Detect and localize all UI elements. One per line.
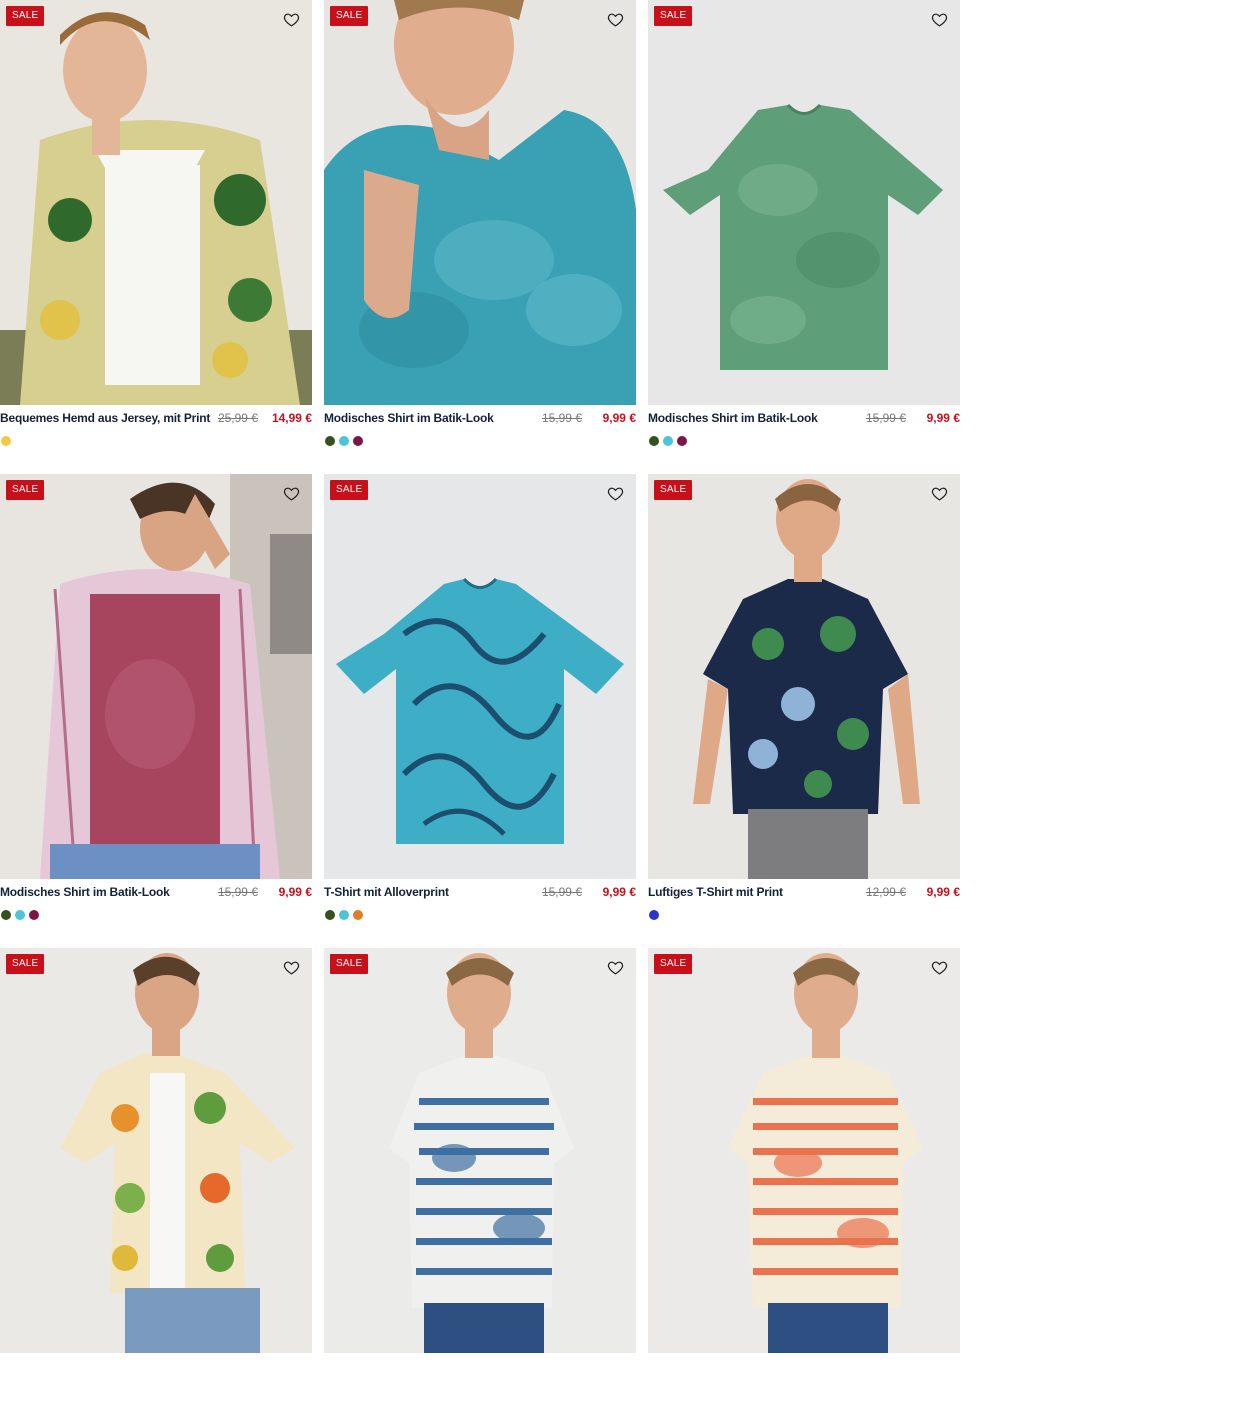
- old-price: 25,99 €: [217, 411, 258, 425]
- sale-price: 9,99 €: [926, 411, 960, 425]
- color-swatch[interactable]: [663, 436, 673, 446]
- heart-outline-icon: [283, 13, 299, 27]
- product-image[interactable]: [0, 474, 312, 879]
- product-card[interactable]: SALE Modisches Shirt im Batik-Look 15,99…: [648, 0, 960, 474]
- product-card[interactable]: SALE: [0, 948, 312, 1422]
- wishlist-button[interactable]: [280, 482, 302, 504]
- old-price: 15,99 €: [541, 885, 582, 899]
- color-swatch[interactable]: [353, 436, 363, 446]
- product-info: T-Shirt mit Alloverprint 15,99 € 9,99 €: [324, 884, 636, 904]
- old-price: 12,99 €: [865, 885, 906, 899]
- product-card[interactable]: SALE Modisches Shirt im Batik-Look 15,99…: [324, 0, 636, 474]
- wishlist-button[interactable]: [280, 956, 302, 978]
- product-photo: [0, 474, 312, 879]
- sale-badge: SALE: [330, 6, 369, 26]
- product-title[interactable]: T-Shirt mit Alloverprint: [324, 885, 449, 899]
- sale-badge: SALE: [330, 480, 369, 500]
- old-price: 15,99 €: [541, 411, 582, 425]
- product-info: Modisches Shirt im Batik-Look 15,99 € 9,…: [648, 410, 960, 430]
- sale-price: 9,99 €: [602, 885, 636, 899]
- color-swatches: [1, 910, 39, 920]
- wishlist-button[interactable]: [280, 8, 302, 30]
- wishlist-button[interactable]: [928, 956, 950, 978]
- heart-outline-icon: [931, 13, 947, 27]
- sale-badge: SALE: [330, 954, 369, 974]
- product-image[interactable]: [324, 0, 636, 405]
- product-image[interactable]: [324, 948, 636, 1353]
- color-swatch[interactable]: [353, 910, 363, 920]
- wishlist-button[interactable]: [928, 482, 950, 504]
- product-card[interactable]: SALE: [648, 948, 960, 1422]
- sale-price: 9,99 €: [926, 885, 960, 899]
- product-info: Bequemes Hemd aus Jersey, mit Print 25,9…: [0, 410, 312, 430]
- sale-badge: SALE: [654, 480, 693, 500]
- product-photo: [0, 948, 312, 1353]
- sale-badge: SALE: [654, 954, 693, 974]
- sale-badge: SALE: [6, 6, 45, 26]
- product-grid: SALE Bequemes Hemd aus Jersey, mit Print…: [0, 0, 960, 1422]
- color-swatch[interactable]: [29, 910, 39, 920]
- color-swatch[interactable]: [15, 910, 25, 920]
- sale-price: 14,99 €: [271, 411, 312, 425]
- heart-outline-icon: [607, 487, 623, 501]
- color-swatch[interactable]: [1, 910, 11, 920]
- product-photo: [648, 948, 960, 1353]
- heart-outline-icon: [607, 13, 623, 27]
- product-card[interactable]: SALE T-Shirt mit Alloverprint 15,99 € 9,…: [324, 474, 636, 948]
- wishlist-button[interactable]: [604, 8, 626, 30]
- color-swatch[interactable]: [325, 436, 335, 446]
- product-image[interactable]: [0, 0, 312, 405]
- product-info: Luftiges T-Shirt mit Print 12,99 € 9,99 …: [648, 884, 960, 904]
- product-image[interactable]: [648, 948, 960, 1353]
- sale-price: 9,99 €: [278, 885, 312, 899]
- product-title[interactable]: Modisches Shirt im Batik-Look: [648, 411, 818, 425]
- product-card[interactable]: SALE: [324, 948, 636, 1422]
- color-swatch[interactable]: [1, 436, 11, 446]
- color-swatches: [649, 910, 659, 920]
- product-photo: [0, 0, 312, 405]
- color-swatch[interactable]: [677, 436, 687, 446]
- product-info: Modisches Shirt im Batik-Look 15,99 € 9,…: [324, 410, 636, 430]
- product-photo: [648, 474, 960, 879]
- sale-badge: SALE: [6, 954, 45, 974]
- color-swatches: [325, 436, 363, 446]
- product-image[interactable]: [648, 474, 960, 879]
- color-swatch[interactable]: [325, 910, 335, 920]
- wishlist-button[interactable]: [604, 956, 626, 978]
- wishlist-button[interactable]: [604, 482, 626, 504]
- heart-outline-icon: [931, 961, 947, 975]
- product-card[interactable]: SALE Bequemes Hemd aus Jersey, mit Print…: [0, 0, 312, 474]
- heart-outline-icon: [283, 961, 299, 975]
- product-photo: [324, 948, 636, 1353]
- heart-outline-icon: [607, 961, 623, 975]
- product-photo: [324, 0, 636, 405]
- color-swatches: [1, 436, 11, 446]
- color-swatches: [325, 910, 363, 920]
- product-title[interactable]: Modisches Shirt im Batik-Look: [0, 885, 170, 899]
- product-card[interactable]: SALE Luftiges T-Shirt mit Print 12,99 € …: [648, 474, 960, 948]
- product-image[interactable]: [648, 0, 960, 405]
- old-price: 15,99 €: [865, 411, 906, 425]
- product-image[interactable]: [324, 474, 636, 879]
- product-image[interactable]: [0, 948, 312, 1353]
- color-swatches: [649, 436, 687, 446]
- color-swatch[interactable]: [649, 436, 659, 446]
- product-title[interactable]: Luftiges T-Shirt mit Print: [648, 885, 783, 899]
- heart-outline-icon: [283, 487, 299, 501]
- product-card[interactable]: SALE Modisches Shirt im Batik-Look 15,99…: [0, 474, 312, 948]
- sale-price: 9,99 €: [602, 411, 636, 425]
- product-title[interactable]: Bequemes Hemd aus Jersey, mit Print: [0, 411, 210, 425]
- color-swatch[interactable]: [339, 436, 349, 446]
- color-swatch[interactable]: [649, 910, 659, 920]
- sale-badge: SALE: [6, 480, 45, 500]
- product-photo: [648, 0, 960, 405]
- product-info: Modisches Shirt im Batik-Look 15,99 € 9,…: [0, 884, 312, 904]
- old-price: 15,99 €: [217, 885, 258, 899]
- heart-outline-icon: [931, 487, 947, 501]
- product-photo: [324, 474, 636, 879]
- color-swatch[interactable]: [339, 910, 349, 920]
- wishlist-button[interactable]: [928, 8, 950, 30]
- sale-badge: SALE: [654, 6, 693, 26]
- product-title[interactable]: Modisches Shirt im Batik-Look: [324, 411, 494, 425]
